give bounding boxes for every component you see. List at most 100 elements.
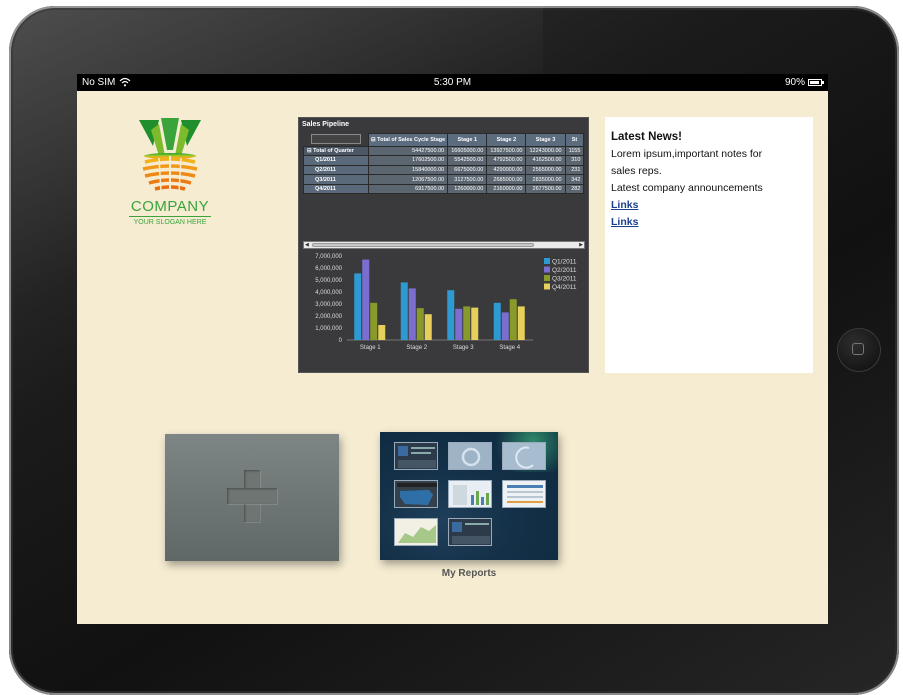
bar xyxy=(517,306,525,340)
table-cell: 342 xyxy=(564,174,585,185)
y-tick-label: 2,000,000 xyxy=(315,314,342,320)
scrollbar-thumb[interactable] xyxy=(312,243,534,247)
table-cell: 6917500.00 xyxy=(367,183,449,195)
table-cell: 12067500.00 xyxy=(367,174,449,185)
bar xyxy=(370,302,378,340)
home-icon xyxy=(852,343,864,355)
clock: 5:30 PM xyxy=(433,77,472,88)
sales-pipeline-panel[interactable]: Sales Pipeline ⊟ Total of Sales Cycle St… xyxy=(298,117,589,373)
bar xyxy=(408,288,416,340)
y-tick-label: 4,000,000 xyxy=(315,290,342,296)
bar xyxy=(463,306,471,340)
bar xyxy=(509,299,517,340)
row-header: Q1/2011 xyxy=(303,155,369,166)
x-tick-label: Stage 2 xyxy=(406,345,427,351)
table-row[interactable]: Q1/2011 17602500.00 5542500.00 4792500.0… xyxy=(303,155,585,166)
y-tick-label: 6,000,000 xyxy=(315,266,342,272)
table-cell: 1155 xyxy=(564,145,585,157)
row-header: Q3/2011 xyxy=(303,174,369,185)
table-row[interactable]: Q2/2011 15840000.00 6675000.00 4290000.0… xyxy=(303,164,585,176)
table-cell: 2685000.00 xyxy=(486,174,527,185)
y-tick-label: 0 xyxy=(339,338,343,344)
news-line: Latest company announcements xyxy=(611,182,763,194)
row-header: Q2/2011 xyxy=(303,164,369,176)
screen: No SIM 5:30 PM 90% COMPANY YOUR SLOGAN H… xyxy=(77,74,828,624)
battery-percent: 90% xyxy=(784,77,805,88)
bar xyxy=(447,290,455,340)
legend-swatch xyxy=(544,258,550,264)
report-thumbnail-table xyxy=(502,480,546,508)
x-tick-label: Stage 3 xyxy=(453,345,474,351)
row-header: Total of Quarter xyxy=(313,147,354,154)
y-tick-label: 3,000,000 xyxy=(315,302,342,308)
x-tick-label: Stage 4 xyxy=(499,345,520,351)
plus-icon xyxy=(227,470,277,522)
legend-swatch xyxy=(544,275,550,281)
add-tile-button[interactable] xyxy=(165,434,339,561)
report-thumbnail-gauge xyxy=(448,442,492,470)
bar xyxy=(424,314,432,340)
bar xyxy=(493,302,501,340)
bar xyxy=(455,308,463,340)
table-cell: 231 xyxy=(564,164,585,176)
x-tick-label: Stage 1 xyxy=(360,345,381,351)
legend-label: Q1/2011 xyxy=(552,259,577,266)
table-row[interactable]: Q3/2011 12067500.00 3127500.00 2685000.0… xyxy=(303,174,585,185)
table-row[interactable]: Q4/2011 6917500.00 1260000.00 2160000.00… xyxy=(303,183,585,195)
table-cell: 4290000.00 xyxy=(486,164,527,176)
status-bar: No SIM 5:30 PM 90% xyxy=(77,74,828,91)
report-thumbnail-area xyxy=(394,518,438,546)
table-cell: 6675000.00 xyxy=(447,164,488,176)
table-cell: 2677500.00 xyxy=(525,183,566,195)
row-header: Q4/2011 xyxy=(303,183,369,195)
table-cell: 282 xyxy=(564,183,585,195)
pipeline-table[interactable]: ⊟ Total of Sales Cycle Stage Stage 1 Sta… xyxy=(303,133,585,195)
bar xyxy=(471,307,479,340)
my-reports-tile[interactable] xyxy=(380,432,558,560)
y-tick-label: 5,000,000 xyxy=(315,278,342,284)
legend-swatch xyxy=(544,266,550,273)
horizontal-scrollbar[interactable]: ◀ ▶ xyxy=(303,241,585,249)
column-header[interactable]: Stage 1 xyxy=(447,133,488,147)
y-tick-label: 7,000,000 xyxy=(315,254,342,260)
report-thumbnail-arc xyxy=(502,442,546,470)
table-cell: 12243000.00 xyxy=(525,145,566,157)
pipeline-title: Sales Pipeline xyxy=(302,121,350,128)
pivot-filter-input[interactable] xyxy=(310,133,361,144)
report-thumbnail-mapdark xyxy=(448,518,492,546)
legend-label: Q2/2011 xyxy=(552,267,577,274)
table-cell: 54427500.00 xyxy=(367,145,449,157)
table-cell: 3127500.00 xyxy=(447,174,488,185)
news-panel: Latest News! Lorem ipsum,important notes… xyxy=(605,117,813,373)
company-logo: COMPANY YOUR SLOGAN HERE xyxy=(122,116,218,226)
legend-swatch xyxy=(544,283,550,290)
collapse-icon[interactable]: ⊟ xyxy=(307,148,312,154)
table-cell: 16605000.00 xyxy=(447,145,488,157)
table-row[interactable]: ⊟ Total of Quarter 54427500.00 16605000.… xyxy=(303,145,585,157)
table-cell: 1260000.00 xyxy=(447,183,488,195)
scroll-left-icon[interactable]: ◀ xyxy=(305,242,309,248)
home-button[interactable] xyxy=(838,329,880,371)
bar xyxy=(362,259,370,340)
scroll-right-icon[interactable]: ▶ xyxy=(579,242,583,248)
table-cell: 17602500.00 xyxy=(367,155,449,166)
legend-label: Q4/2011 xyxy=(552,284,577,291)
column-header[interactable]: St xyxy=(564,133,585,147)
news-line: Lorem ipsum,important notes for xyxy=(611,148,763,160)
y-tick-label: 1,000,000 xyxy=(315,326,342,332)
table-cell: 310 xyxy=(564,155,585,166)
table-cell: 15840000.00 xyxy=(367,164,449,176)
expand-icon[interactable]: ⊟ xyxy=(371,137,376,143)
news-link[interactable]: Links xyxy=(611,197,638,214)
logo-mark-icon xyxy=(139,118,201,193)
my-reports-label: My Reports xyxy=(441,568,497,579)
table-cell: 13927500.00 xyxy=(486,145,527,157)
bar xyxy=(501,312,509,340)
bar xyxy=(354,273,362,340)
table-cell: 4162500.00 xyxy=(525,155,566,166)
news-link[interactable]: Links xyxy=(611,214,638,231)
column-header[interactable]: Stage 2 xyxy=(486,133,527,147)
column-header[interactable]: Stage 3 xyxy=(525,133,566,147)
sales-bar-chart: 7,000,000 6,000,000 5,000,000 4,000,000 3,00… xyxy=(315,254,577,351)
report-thumbnail-bars xyxy=(448,480,492,508)
